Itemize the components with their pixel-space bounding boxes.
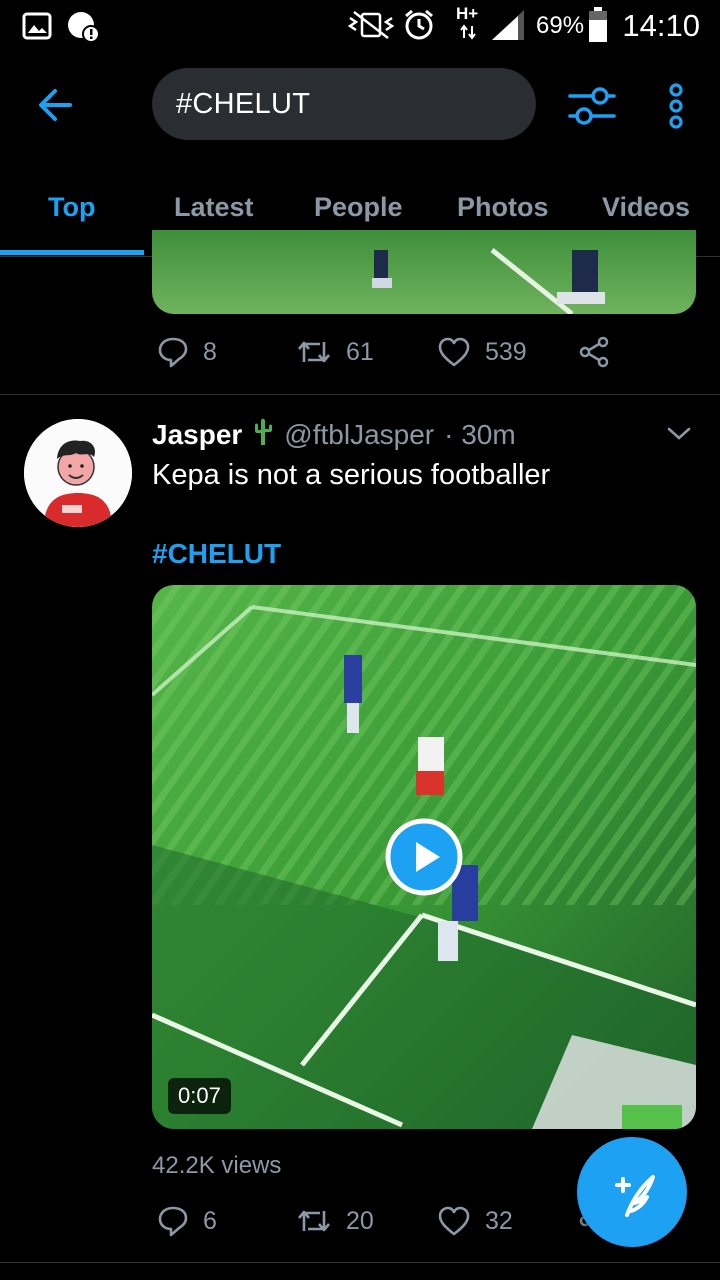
tweet-header: Jasper @ftblJasper · 30m: [152, 417, 516, 452]
pitch-photo: [152, 230, 696, 314]
reply-icon: [158, 337, 188, 368]
back-button[interactable]: [30, 78, 84, 132]
video-player[interactable]: 0:07: [152, 585, 696, 1129]
avatar-drawing: [24, 419, 132, 527]
like-count: 539: [485, 337, 527, 366]
overflow-menu-button[interactable]: [662, 80, 690, 132]
previous-tweet-actions: 8 61 539: [0, 336, 720, 376]
play-button[interactable]: [385, 818, 463, 896]
sliders-icon: [568, 87, 616, 125]
author-handle[interactable]: @ftblJasper: [284, 419, 434, 451]
video-duration-badge: 0:07: [168, 1078, 231, 1114]
tweet-text: Kepa is not a serious footballer: [152, 459, 551, 491]
active-tab-indicator: [0, 250, 144, 255]
compose-feather-icon: [615, 1175, 655, 1217]
heart-icon: [438, 337, 470, 367]
retweet-icon: [298, 341, 330, 363]
tab-top[interactable]: Top: [48, 192, 95, 223]
like-count: 32: [485, 1206, 513, 1235]
share-button[interactable]: [578, 336, 610, 368]
reply-button[interactable]: 8: [157, 336, 217, 368]
retweet-count: 61: [346, 337, 374, 366]
tab-videos[interactable]: Videos: [602, 192, 690, 223]
search-query-text: #CHELUT: [176, 87, 311, 120]
alarm-icon: [403, 8, 435, 47]
tab-people[interactable]: People: [314, 192, 403, 223]
compose-tweet-button[interactable]: [577, 1137, 687, 1247]
vertical-dots-icon: [669, 83, 683, 129]
retweet-button[interactable]: 20: [296, 1205, 374, 1237]
app-notification-icon: [66, 10, 100, 47]
retweet-icon: [298, 1210, 330, 1232]
previous-tweet-media[interactable]: [152, 230, 696, 314]
hashtag-link[interactable]: #CHELUT: [152, 538, 281, 570]
cactus-emoji-icon: [252, 417, 274, 452]
tab-latest[interactable]: Latest: [174, 192, 254, 223]
view-count: 42.2K views: [152, 1152, 282, 1179]
tweet-time: · 30m: [444, 418, 516, 450]
play-icon: [385, 818, 463, 896]
like-button[interactable]: 539: [437, 336, 527, 368]
retweet-button[interactable]: 61: [296, 336, 374, 368]
heart-icon: [438, 1206, 470, 1236]
retweet-count: 20: [346, 1206, 374, 1235]
signal-strength-icon: [490, 8, 526, 47]
gallery-notification-icon: [22, 12, 52, 45]
chevron-down-icon: [667, 427, 691, 440]
battery-icon: [588, 7, 608, 48]
reply-icon: [158, 1206, 188, 1237]
battery-percentage: 69%: [536, 12, 585, 39]
like-button[interactable]: 32: [437, 1205, 513, 1237]
author-name[interactable]: Jasper: [152, 419, 242, 451]
clock: 14:10: [622, 8, 700, 43]
reply-count: 8: [203, 337, 217, 366]
back-arrow-icon: [39, 89, 72, 121]
status-bar: H+ 69% 14:10: [0, 0, 720, 50]
vibrate-mute-icon: [346, 10, 396, 45]
data-arrows-icon: [460, 24, 476, 45]
network-type-label: H+: [456, 4, 479, 23]
avatar[interactable]: [24, 419, 132, 527]
search-input[interactable]: #CHELUT: [152, 68, 536, 140]
tab-photos[interactable]: Photos: [457, 192, 549, 223]
search-filter-button[interactable]: [566, 80, 618, 132]
tweet-options-button[interactable]: [664, 419, 694, 449]
tweet-divider: [0, 1262, 720, 1263]
share-icon: [579, 336, 609, 368]
reply-button[interactable]: 6: [157, 1205, 217, 1237]
tweet-card[interactable]: Jasper @ftblJasper · 30m Kepa is not a s…: [0, 395, 720, 1265]
reply-count: 6: [203, 1206, 217, 1235]
